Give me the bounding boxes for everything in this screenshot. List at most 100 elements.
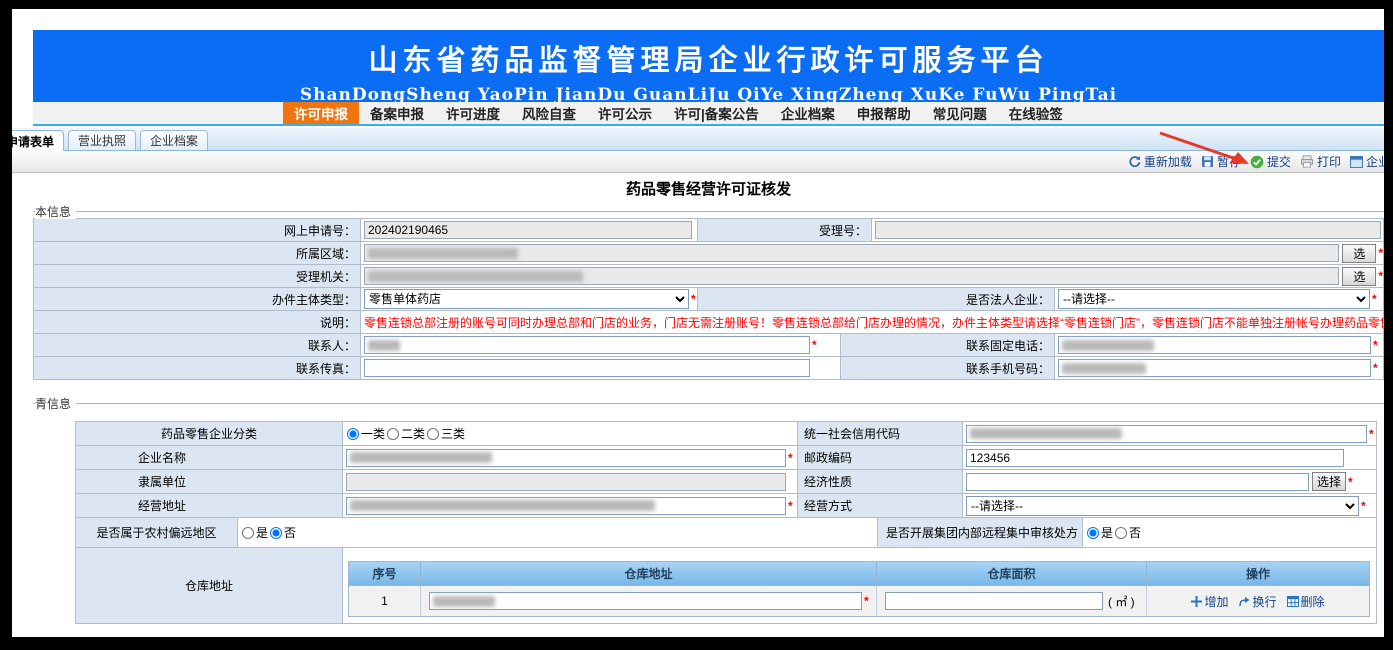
nav-item-faq[interactable]: 常见问题 [922,102,998,124]
warehouse-row: 1 * ( ㎡ ) [349,586,1369,616]
rural-remote-field: 是 否 [238,518,878,548]
row-fax: 联系传真： 联系手机号码： * [34,357,1384,380]
retail-class-radio-2[interactable]: 二类 [386,425,425,442]
page-title: 药品零售经营许可证核发 [33,178,1384,199]
warehouse-label: 仓库地址 [76,548,343,624]
section-apply-legend: 青信息 [35,395,76,412]
warehouse-table-header: 序号 仓库地址 仓库面积 操作 [349,562,1369,586]
nav-item-filing-apply[interactable]: 备案申报 [359,102,435,124]
nav-item-enterprise-archive[interactable]: 企业档案 [770,102,846,124]
submit-button[interactable]: 提交 [1250,153,1291,170]
row-warehouse: 仓库地址 序号 仓库地址 仓库面积 操作 1 [76,548,1377,624]
tab-strip: 申请表单 营业执照 企业档案 [12,128,1384,151]
warehouse-address-input[interactable] [429,592,862,610]
tab-application-form[interactable]: 申请表单 [12,130,64,151]
row-contact: 联系人： * 联系固定电话： * [34,334,1384,357]
required-asterisk: * [1373,361,1378,375]
required-asterisk: * [1378,246,1383,260]
row-online-app-no: 网上申请号： 202402190465 受理号： [34,219,1384,242]
business-mode-select[interactable]: --请选择-- [966,496,1359,516]
company-name-field: * [343,446,798,470]
credit-code-field: * [963,422,1377,446]
warehouse-col-seq: 序号 [349,562,421,585]
area-unit: ( ㎡ ) [1108,593,1135,610]
nav-item-apply-help[interactable]: 申报帮助 [846,102,922,124]
main-nav: 许可申报 备案申报 许可进度 风险自查 许可公示 许可|备案公告 企业档案 申报… [33,102,1384,126]
accept-no-input[interactable] [875,221,1381,239]
row-subject-type: 办件主体类型： 零售单体药店 * 是否法人企业： --请选择-- * [34,288,1384,311]
subject-type-label: 办件主体类型： [34,288,361,311]
row-company-name: 企业名称 * 邮政编码 123456 [76,446,1377,470]
business-address-input[interactable] [346,497,786,515]
nav-item-online-verify[interactable]: 在线验签 [998,102,1074,124]
retail-class-field: 一类 二类 三类 [343,422,798,446]
warehouse-area-cell: ( ㎡ ) [877,586,1147,616]
affiliation-field [343,470,798,494]
postcode-label: 邮政编码 [798,446,963,470]
company-name-input[interactable] [346,449,786,467]
online-app-no-field: 202402190465 [361,219,698,242]
row-retail-class: 药品零售企业分类 一类 二类 三类 统一社会信用代码 * [76,422,1377,446]
subject-type-select[interactable]: 零售单体药店 [364,289,689,309]
print-button[interactable]: 打印 [1300,153,1341,170]
economic-nature-input[interactable] [966,473,1309,491]
nav-item-license-filing-notice[interactable]: 许可|备案公告 [663,102,770,124]
tab-business-license[interactable]: 营业执照 [68,130,136,150]
row-accept-org: 受理机关： 选择 * [34,265,1384,288]
nav-item-license-progress[interactable]: 许可进度 [435,102,511,124]
add-row-button[interactable]: 增加 [1191,593,1228,610]
online-app-no-label: 网上申请号： [34,219,361,242]
reload-button[interactable]: 重新加载 [1128,153,1192,170]
warehouse-area-input[interactable] [885,592,1103,610]
retail-class-label: 药品零售企业分类 [76,422,343,446]
business-address-field: * [343,494,798,518]
required-asterisk: * [788,451,793,465]
accept-org-field: 选择 * [361,265,1384,288]
required-asterisk: * [1369,427,1374,441]
row-affiliation: 隶属单位 经济性质 选择 * [76,470,1377,494]
fax-input[interactable] [364,359,810,377]
nav-item-risk-selfcheck[interactable]: 风险自查 [511,102,587,124]
contact-input[interactable] [364,336,810,354]
newline-row-button[interactable]: 换行 [1238,593,1276,610]
legal-entity-field: --请选择-- * [1055,288,1384,311]
tel-input[interactable] [1058,336,1371,354]
save-draft-button[interactable]: 暂存 [1201,153,1241,170]
credit-code-input[interactable] [966,425,1367,443]
legal-entity-select[interactable]: --请选择-- [1058,289,1370,309]
group-remote-review-radio-no[interactable]: 否 [1114,524,1141,541]
nav-item-license-apply[interactable]: 许可申报 [283,102,359,124]
retail-class-radio-1[interactable]: 一类 [346,425,385,442]
group-remote-review-radio-yes[interactable]: 是 [1086,524,1113,541]
save-draft-label: 暂存 [1217,153,1241,170]
warehouse-actions-cell: 增加 换行 删除 [1147,586,1369,616]
postcode-field: 123456 [963,446,1377,470]
contact-label: 联系人： [34,334,361,357]
accept-org-input[interactable] [364,267,1339,285]
tab-enterprise-archive[interactable]: 企业档案 [140,130,208,150]
required-asterisk: * [1378,269,1383,283]
required-asterisk: * [864,594,869,608]
region-select-button[interactable]: 选择 [1342,244,1376,263]
retail-class-radio-3[interactable]: 三类 [426,425,465,442]
accept-no-field [872,219,1384,242]
delete-row-button[interactable]: 删除 [1287,593,1325,610]
online-app-no-input[interactable]: 202402190465 [364,221,692,239]
print-label: 打印 [1317,153,1341,170]
browser-page: 山东省药品监督管理局企业行政许可服务平台 ShanDongSheng YaoPi… [12,9,1384,637]
nav-item-license-publicity[interactable]: 许可公示 [587,102,663,124]
economic-nature-select-button[interactable]: 选择 [1312,472,1346,491]
mobile-input[interactable] [1058,359,1371,377]
warehouse-address-cell: * [421,586,877,616]
rural-remote-radio-no[interactable]: 否 [269,524,296,541]
postcode-input[interactable]: 123456 [966,449,1344,467]
business-mode-field: --请选择-- * [963,494,1377,518]
affiliation-input[interactable] [346,473,786,491]
warehouse-field: 序号 仓库地址 仓库面积 操作 1 * [343,548,1377,624]
region-input[interactable] [364,244,1339,262]
submit-label: 提交 [1267,153,1291,170]
enterprise-button[interactable]: 企业 [1350,153,1384,170]
accept-org-select-button[interactable]: 选择 [1342,267,1376,286]
tel-field: * [1055,334,1384,357]
rural-remote-radio-yes[interactable]: 是 [241,524,268,541]
